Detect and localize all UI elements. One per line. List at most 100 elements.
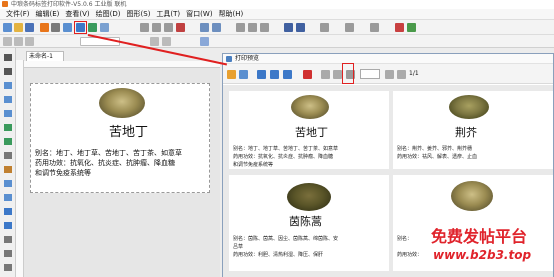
herb-alias: 别名：荆芥、姜芥、邪芥、荆芥穗 [397,146,473,152]
preview-title-bar: 打印预览 [223,54,553,64]
drawing-tools-panel [0,48,16,277]
new-file-icon[interactable] [3,23,12,32]
menu-shape[interactable]: 图形(S) [124,9,154,20]
preview-label-2: 荆芥 别名：荆芥、姜芥、邪芥、荆芥穗 药用功效：祛风、解表、透疹、止血 [393,91,553,169]
title-bar: 中琅条码标签打印软件-V5.0.6 工业版 联机 [0,0,554,9]
document-tab[interactable]: 未命名-1 [26,51,64,61]
menu-view[interactable]: 查看(V) [62,9,92,20]
highlight-page-number-button [342,63,354,84]
menu-edit[interactable]: 编辑(E) [33,9,63,20]
curve-tool-icon[interactable] [4,208,12,215]
cut-icon[interactable] [140,23,149,32]
align-center-icon[interactable] [248,23,257,32]
print-setup-icon[interactable] [51,23,60,32]
herb-effect: 药用功效： [397,252,423,258]
preview-label-1: 苦地丁 别名：地丁、地丁草、苦地丁、苦丁茶、如意草 药用功效：抗氧化、抗炎症、抗… [229,91,389,169]
herb-name: 茵陈蒿 [289,215,322,228]
herb-effect-cont: 和调节免疫系统等 [233,162,274,168]
polygon-tool-icon[interactable] [4,222,12,229]
print-icon[interactable] [63,23,72,32]
database-icon[interactable] [88,23,97,32]
pointer-tool-icon[interactable] [4,54,12,61]
rounded-rect-tool-icon[interactable] [4,110,12,117]
preview-label-3: 茵陈蒿 别名：茵陈、茵蒿、因尘、茵陈蒿、绵茵陈、安 吕草 药用功效：利胆、清热利… [229,175,389,271]
font-size-icon[interactable] [14,37,23,46]
settings-icon[interactable] [40,23,49,32]
image-tool-icon[interactable] [4,166,12,173]
bold-icon[interactable] [25,37,34,46]
underline-icon[interactable] [162,37,171,46]
herb-image[interactable] [99,88,145,118]
menu-file[interactable]: 文件(F) [3,9,33,20]
text-tool-icon[interactable] [4,124,12,131]
paste-icon[interactable] [164,23,173,32]
line-tool-icon[interactable] [4,68,12,75]
zoom-fit-icon[interactable] [283,70,292,79]
align-left-icon[interactable] [236,23,245,32]
herb-alias: 别名：茵陈、茵蒿、因尘、茵陈蒿、绵茵陈、安 [233,236,339,242]
layout-icon[interactable] [296,23,305,32]
copy-icon[interactable] [152,23,161,32]
delete-icon[interactable] [176,23,185,32]
highlight-print-preview-button [74,21,87,34]
open-file-icon[interactable] [14,23,23,32]
save-icon[interactable] [25,23,34,32]
preview-settings-icon[interactable] [227,70,236,79]
vertical-ruler [16,60,24,277]
herb-alias: 别名：地丁、地丁草、苦地丁、苦丁茶、如意草 [233,146,339,152]
page-number-input[interactable] [360,69,380,79]
font-size-select[interactable] [80,37,120,46]
grid-icon[interactable] [284,23,293,32]
label-design[interactable]: 苦地丁 别名：地丁、地丁草、苦地丁、苦丁茶、如意草 药用功效：抗氧化、抗炎症、抗… [30,83,210,193]
page-total: 1/1 [409,70,419,77]
zoom-icon[interactable] [100,23,109,32]
lock-icon[interactable] [345,23,354,32]
italic-icon[interactable] [150,37,159,46]
shape-tool-icon[interactable] [4,194,12,201]
first-page-icon[interactable] [321,70,330,79]
redo-icon[interactable] [212,23,221,32]
preview-print-icon[interactable] [239,70,248,79]
menu-help[interactable]: 帮助(H) [216,9,247,20]
herb-effect: 药用功效：抗氧化、抗炎症、抗肿瘤、降血糖 [233,154,334,160]
herb-alias[interactable]: 别名：地丁、地丁草、苦地丁、苦丁茶、如意草 [35,148,182,158]
ellipse-tool-icon[interactable] [4,96,12,103]
text-align-icon[interactable] [200,37,209,46]
rectangle-tool-icon[interactable] [4,82,12,89]
watermark-text: 免费发帖平台 [431,227,528,246]
herb-image [451,181,493,211]
preview-toolbar: 1/1 [223,64,553,84]
arrow-tool-icon[interactable] [4,236,12,243]
font-icon[interactable] [3,37,12,46]
menu-tools[interactable]: 工具(T) [153,9,183,20]
close-preview-icon[interactable] [303,70,312,79]
menu-window[interactable]: 窗口(W) [183,9,215,20]
star-tool-icon[interactable] [4,250,12,257]
go-icon[interactable] [407,23,416,32]
group-icon[interactable] [320,23,329,32]
preview-window-title: 打印预览 [235,55,260,62]
zoom-in-icon[interactable] [257,70,266,79]
zoom-tool-icon[interactable] [4,264,12,271]
next-page-icon[interactable] [385,70,394,79]
zoom-out-icon[interactable] [270,70,279,79]
format-toolbar [0,35,554,48]
qrcode-tool-icon[interactable] [4,152,12,159]
herb-image [287,183,331,211]
herb-effect[interactable]: 药用功效：抗氧化、抗炎症、抗肿瘤、降血糖 [35,158,175,168]
barcode-tool-icon[interactable] [4,138,12,145]
last-page-icon[interactable] [397,70,406,79]
herb-effect: 药用功效：祛风、解表、透疹、止血 [397,154,478,160]
stop-icon[interactable] [395,23,404,32]
herb-name[interactable]: 苦地丁 [109,126,148,140]
menu-draw[interactable]: 绘图(D) [93,9,124,20]
undo-icon[interactable] [200,23,209,32]
herb-effect-cont[interactable]: 和调节免疫系统等 [35,168,91,178]
table-tool-icon[interactable] [4,180,12,187]
herb-alias: 别名： [397,236,413,242]
align-right-icon[interactable] [260,23,269,32]
watermark-url: www.b2b3.top [433,248,532,262]
rotate-icon[interactable] [370,23,379,32]
prev-page-icon[interactable] [333,70,342,79]
herb-effect: 药用功效：利胆、清热利湿、降压、保肝 [233,252,324,258]
